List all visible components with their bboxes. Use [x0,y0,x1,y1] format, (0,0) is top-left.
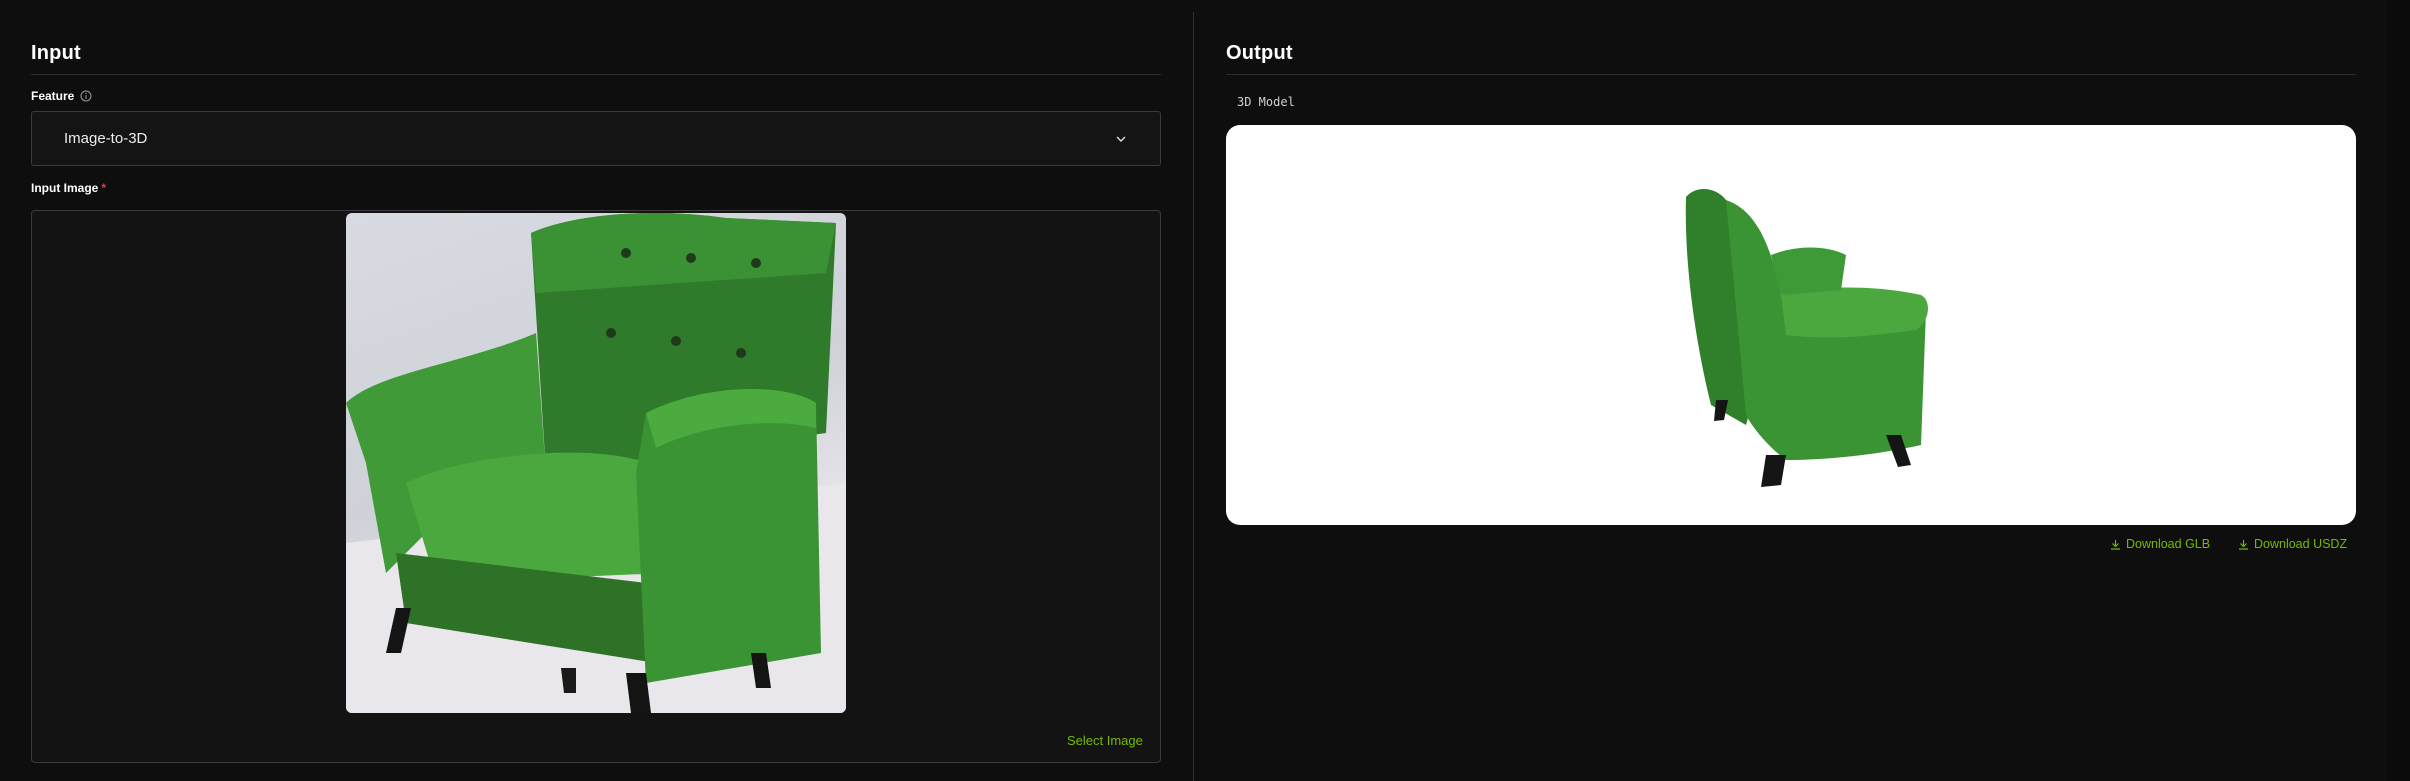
output-panel-title: Output [1226,42,1293,64]
download-icon [2111,539,2120,550]
input-title-divider [31,74,1161,75]
feature-select[interactable]: Image-to-3D [31,111,1161,166]
feature-label: Feature [31,89,92,103]
scrollbar-gutter [2386,0,2410,781]
download-usdz-label: Download USDZ [2254,537,2348,551]
model-viewer[interactable] [1226,125,2356,525]
select-image-button[interactable]: Select Image [1067,733,1143,748]
input-panel-title: Input [31,42,81,64]
app-page: Input Feature Image-to-3D Input Image* [0,0,2410,781]
chevron-down-icon [1116,136,1126,142]
info-icon[interactable] [80,90,92,102]
feature-label-text: Feature [31,89,75,103]
required-marker: * [101,181,107,195]
download-glb-label: Download GLB [2126,537,2211,551]
input-image-label-text: Input Image [31,181,99,195]
feature-select-value: Image-to-3D [64,130,148,147]
model-label: 3D Model [1237,95,1295,109]
panel-divider [1193,12,1194,781]
download-usdz-button[interactable]: Download USDZ [2238,537,2347,551]
output-title-divider [1226,74,2356,75]
armchair-3d-model [1685,189,1928,487]
download-icon [2239,539,2248,550]
armchair-photo [346,213,846,713]
input-image-preview [346,213,846,713]
input-image-label: Input Image * [31,181,106,195]
download-glb-button[interactable]: Download GLB [2110,537,2210,551]
